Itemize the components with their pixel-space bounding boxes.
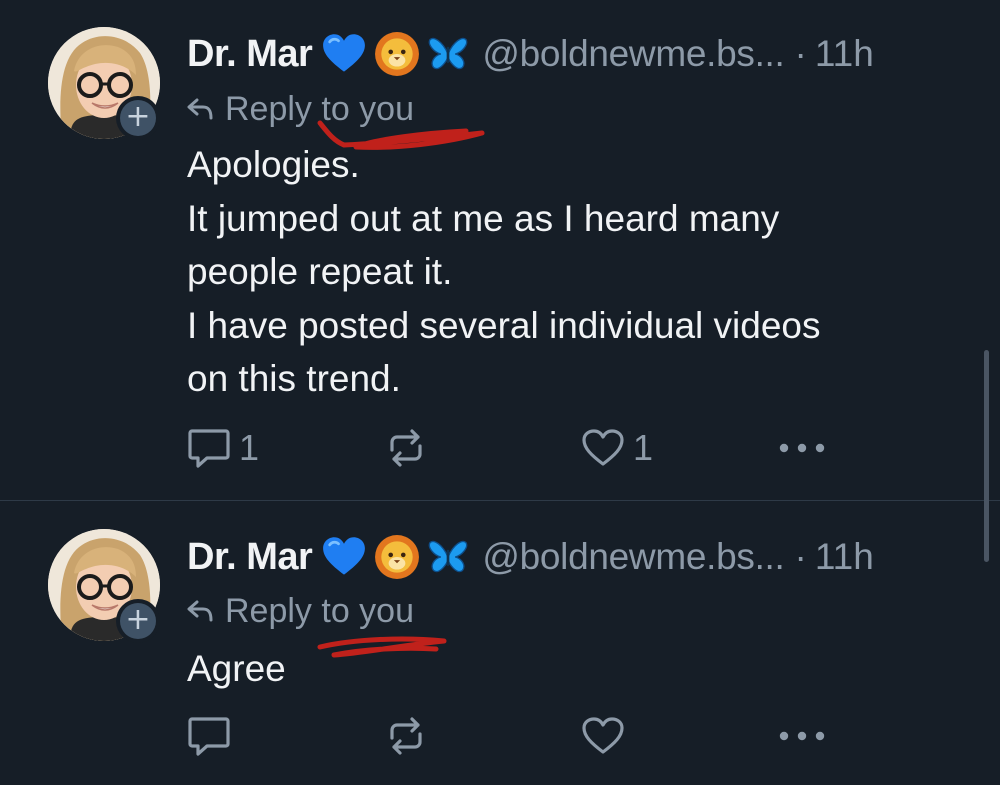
separator: · <box>794 536 807 577</box>
like-button[interactable] <box>581 711 633 761</box>
repost-button[interactable] <box>384 423 436 473</box>
author-display-name[interactable]: Dr. Mar <box>187 33 313 76</box>
red-underline-annotation <box>317 636 447 658</box>
lion-face-icon <box>374 534 420 580</box>
follow-button[interactable]: + <box>116 96 160 140</box>
author-handle[interactable]: @boldnewme.bs... <box>482 33 784 75</box>
plus-icon: + <box>120 100 156 136</box>
author-display-name[interactable]: Dr. Mar <box>187 536 313 579</box>
reply-context[interactable]: Reply to you <box>187 88 414 130</box>
blue-heart-icon <box>322 537 366 577</box>
follow-button[interactable]: + <box>116 599 160 643</box>
reply-icon <box>187 715 231 757</box>
repost-icon <box>384 426 428 470</box>
post-actions <box>187 711 907 761</box>
post-header: Dr. Mar @boldnewme.bs... · 11h <box>187 26 874 82</box>
like-button[interactable]: 1 <box>581 423 653 473</box>
separator: · <box>794 33 807 74</box>
more-icon <box>777 441 827 455</box>
reply-arrow-icon <box>187 600 213 622</box>
blue-heart-icon <box>322 34 366 74</box>
timestamp[interactable]: 11h <box>815 536 874 578</box>
repost-button[interactable] <box>384 711 436 761</box>
lion-face-icon <box>374 31 420 77</box>
more-options-button[interactable] <box>777 423 827 473</box>
more-icon <box>777 729 827 743</box>
reply-button[interactable] <box>187 711 239 761</box>
scrollbar[interactable] <box>984 350 989 562</box>
post-actions: 1 1 <box>187 423 907 473</box>
post-text: Apologies. It jumped out at me as I hear… <box>187 144 821 399</box>
plus-icon: + <box>120 603 156 639</box>
reply-count: 1 <box>239 427 260 468</box>
butterfly-icon <box>428 539 468 575</box>
post-2[interactable]: + Dr. Mar @boldnewme.bs... · 11h Reply t… <box>0 501 1000 785</box>
post-text: Agree <box>187 648 286 689</box>
post-header: Dr. Mar @boldnewme.bs... · 11h <box>187 529 874 585</box>
like-count: 1 <box>633 427 654 468</box>
more-options-button[interactable] <box>777 711 827 761</box>
reply-context-label: Reply to you <box>225 591 414 630</box>
repost-icon <box>384 714 428 758</box>
author-handle[interactable]: @boldnewme.bs... <box>482 536 784 578</box>
post-1[interactable]: + Dr. Mar @boldnewme.bs... · 11h Reply t… <box>0 0 1000 500</box>
reply-arrow-icon <box>187 98 213 120</box>
reply-icon <box>187 427 231 469</box>
reply-button[interactable]: 1 <box>187 423 259 473</box>
reply-context[interactable]: Reply to you <box>187 590 414 632</box>
like-icon <box>581 716 625 756</box>
butterfly-icon <box>428 36 468 72</box>
reply-context-label: Reply to you <box>225 89 414 128</box>
like-icon <box>581 428 625 468</box>
timestamp[interactable]: 11h <box>815 33 874 75</box>
